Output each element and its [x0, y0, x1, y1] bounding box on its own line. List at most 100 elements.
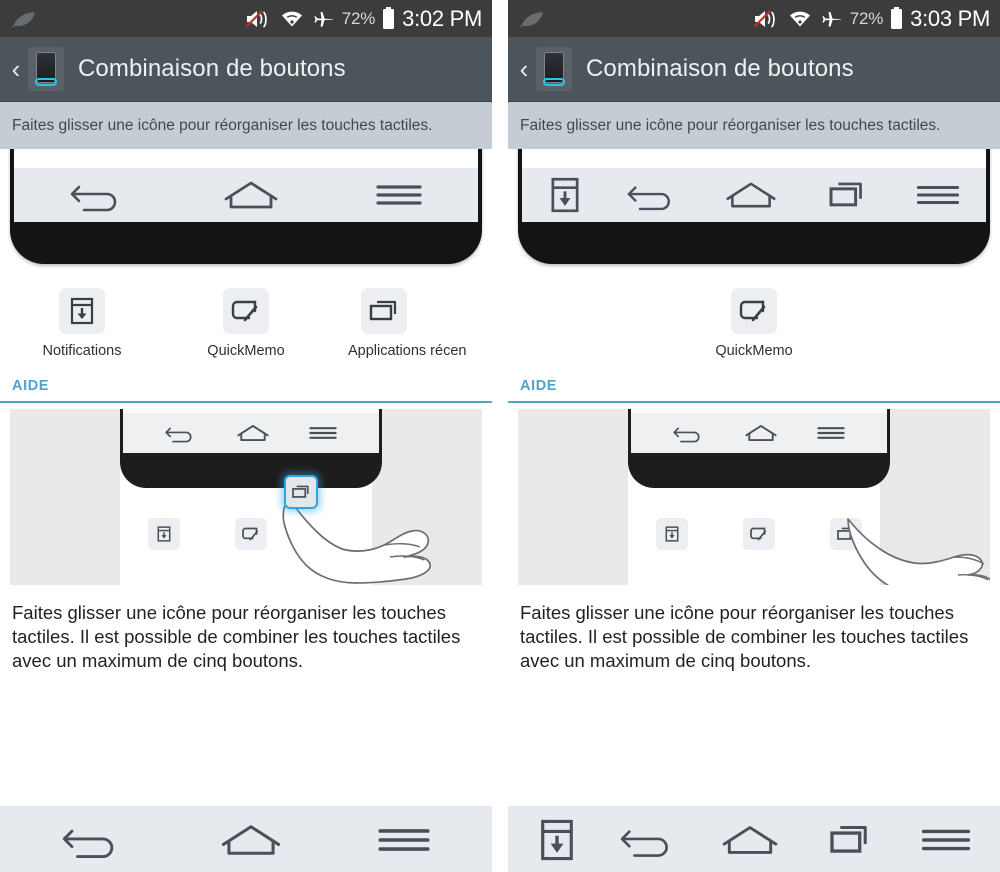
system-recent-apps-button[interactable]	[822, 822, 878, 858]
tray-icon-quickmemo	[742, 518, 775, 550]
system-navigation-bar[interactable]	[0, 806, 492, 872]
navbar-preview	[508, 149, 1000, 271]
recent-apps-icon[interactable]	[823, 179, 871, 211]
back-icon	[62, 829, 113, 858]
home-icon[interactable]	[222, 178, 280, 212]
navbar-preview	[0, 149, 492, 271]
help-section: AIDE	[0, 369, 492, 403]
battery-icon	[383, 7, 395, 29]
back-icon	[620, 829, 668, 857]
back-navigation-icon[interactable]: ‹	[514, 56, 534, 82]
panel-right: 72% 3:03 PM ‹ Combinaison de boutons Fai…	[508, 0, 1000, 872]
airplane-mode-icon	[822, 12, 841, 27]
available-icon-notifications[interactable]: Notifications	[0, 288, 164, 359]
illustration-phone	[628, 409, 890, 488]
dragged-recent-apps-tile[interactable]	[284, 475, 318, 509]
tray-slot	[628, 518, 715, 550]
help-section-divider	[508, 401, 1000, 403]
wifi-icon	[281, 11, 302, 27]
icon-tile[interactable]	[730, 288, 777, 334]
icon-label: QuickMemo	[207, 343, 285, 359]
quickmemo-icon	[739, 300, 766, 322]
home-icon	[722, 825, 778, 854]
dual-screenshot-comparison: 72% 3:02 PM ‹ Combinaison de boutons Fai…	[0, 0, 1000, 872]
phone-frame	[518, 149, 990, 264]
illustration-phone-screen	[631, 409, 887, 453]
help-section-label: AIDE	[12, 378, 50, 394]
wifi-icon	[789, 11, 810, 27]
page-title: Combinaison de boutons	[78, 55, 346, 82]
notifications-icon	[665, 526, 679, 542]
phone-frame	[10, 149, 482, 264]
quickmemo-icon	[750, 527, 766, 541]
help-section-label: AIDE	[520, 378, 558, 394]
system-menu-button[interactable]	[378, 823, 430, 857]
home-icon[interactable]	[724, 179, 778, 211]
menu-icon[interactable]	[376, 180, 422, 210]
airplane-mode-icon	[314, 12, 333, 27]
preview-nav-strip[interactable]	[522, 168, 986, 222]
system-home-button[interactable]	[720, 822, 780, 858]
help-section: AIDE	[508, 369, 1000, 403]
available-icon-quickmemo[interactable]: QuickMemo	[164, 288, 328, 359]
help-section-divider	[0, 401, 492, 403]
preview-nav-strip[interactable]	[14, 168, 478, 222]
available-icon-recent-apps[interactable]: Applications récen	[328, 288, 492, 359]
system-notifications-button[interactable]	[537, 818, 577, 862]
status-clock: 3:03 PM	[910, 5, 990, 31]
notifications-icon	[70, 297, 94, 325]
tray-icon-notifications	[655, 518, 688, 550]
speaker-mute-icon	[245, 9, 267, 28]
phone-navbar-icon	[536, 47, 572, 91]
system-back-button[interactable]	[620, 822, 678, 858]
system-navigation-bar[interactable]	[508, 806, 1000, 872]
back-icon[interactable]	[70, 178, 126, 212]
menu-icon[interactable]	[916, 181, 960, 209]
illustration-phone-screen	[123, 409, 379, 453]
home-icon	[221, 824, 281, 855]
illustration-nav-strip	[631, 413, 887, 453]
battery-percent-label: 72%	[341, 8, 376, 28]
menu-icon	[921, 829, 970, 850]
tray-slot	[715, 518, 802, 550]
menu-icon	[309, 427, 337, 439]
panel-divider	[492, 0, 508, 872]
page-title: Combinaison de boutons	[586, 55, 854, 82]
system-menu-button[interactable]	[921, 824, 971, 856]
help-paragraph: Faites glisser une icône pour réorganise…	[12, 602, 461, 671]
status-icons: 72% 3:03 PM	[753, 6, 990, 32]
leaf-icon	[520, 11, 543, 27]
quickmemo-icon	[231, 300, 258, 322]
notifications-icon[interactable]	[548, 176, 582, 214]
icon-tile[interactable]	[58, 288, 105, 334]
notifications-icon	[157, 526, 171, 542]
icon-label: Applications récen	[347, 343, 467, 359]
home-icon	[745, 425, 777, 441]
icon-label: Notifications	[42, 343, 122, 359]
panel-left: 72% 3:02 PM ‹ Combinaison de boutons Fai…	[0, 0, 492, 872]
help-illustration	[10, 409, 482, 585]
available-icon-quickmemo[interactable]: QuickMemo	[672, 288, 836, 359]
illustration-nav-strip	[123, 413, 379, 453]
status-bar: 72% 3:03 PM	[508, 0, 1000, 37]
icon-tile[interactable]	[360, 288, 407, 334]
tray-icon-quickmemo	[234, 518, 267, 550]
title-bar: ‹ Combinaison de boutons	[508, 37, 1000, 102]
system-home-button[interactable]	[219, 821, 283, 859]
status-bar: 72% 3:02 PM	[0, 0, 492, 37]
system-back-button[interactable]	[62, 821, 124, 859]
tray-icon-notifications	[147, 518, 180, 550]
back-icon[interactable]	[627, 179, 679, 211]
menu-icon	[817, 427, 845, 439]
icon-tile[interactable]	[222, 288, 269, 334]
quickmemo-icon	[242, 527, 258, 541]
icon-label: QuickMemo	[715, 343, 793, 359]
notifications-icon	[541, 819, 574, 860]
back-icon	[672, 427, 700, 443]
back-navigation-icon[interactable]: ‹	[6, 56, 26, 82]
speaker-mute-icon	[753, 9, 775, 28]
illustration-phone	[120, 409, 382, 488]
phone-screen	[522, 149, 986, 222]
